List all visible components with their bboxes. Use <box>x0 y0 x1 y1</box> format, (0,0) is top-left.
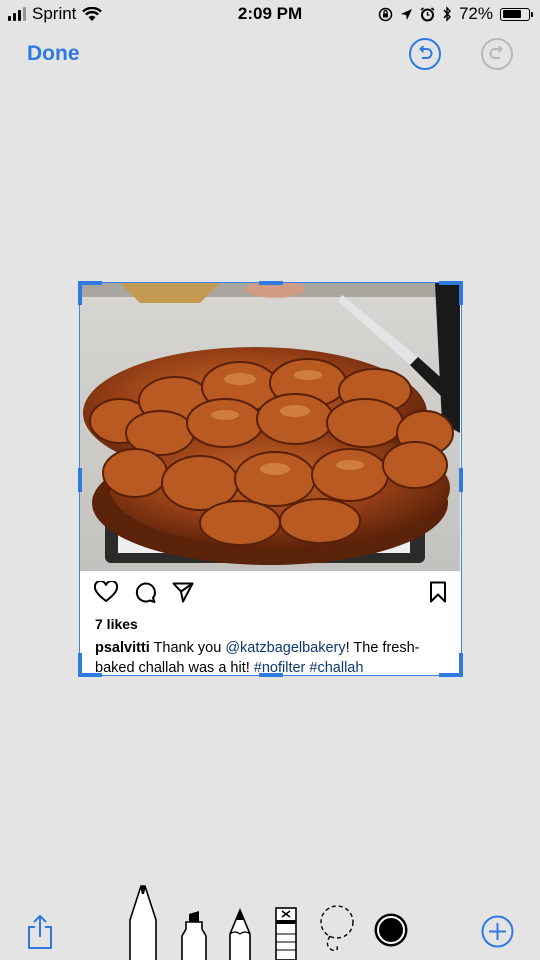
caption-mention: @katzbagelbakery <box>225 640 346 656</box>
battery-fill <box>502 10 521 18</box>
likes-count: 7 likes <box>95 616 138 632</box>
resize-handle-top-left-v[interactable] <box>78 281 82 305</box>
status-bar: Sprint 2:09 PM 72% <box>0 0 540 30</box>
resize-handle-top[interactable] <box>259 281 283 285</box>
pen-tool[interactable] <box>128 884 158 960</box>
resize-handle-bottom-left-v[interactable] <box>78 653 82 677</box>
send-icon[interactable] <box>172 581 194 603</box>
alarm-icon <box>420 6 435 21</box>
undo-icon <box>419 46 433 59</box>
resize-handle-right[interactable] <box>459 468 463 492</box>
heart-icon[interactable] <box>94 581 118 603</box>
pencil-tool[interactable] <box>228 908 252 960</box>
undo-button[interactable] <box>409 38 441 70</box>
bookmark-icon[interactable] <box>429 581 447 603</box>
bluetooth-icon <box>443 6 451 22</box>
redo-icon <box>489 46 503 59</box>
battery-percent: 72% <box>458 4 493 23</box>
comment-icon[interactable] <box>134 581 156 603</box>
post-actions <box>94 581 194 603</box>
orientation-lock-icon <box>378 7 393 21</box>
post-caption: psalvitti Thank you @katzbagelbakery! Th… <box>95 638 447 678</box>
caption-hashtag-challah: #challah <box>309 660 364 676</box>
eraser-tool[interactable] <box>274 906 298 960</box>
marker-tool[interactable] <box>180 910 208 960</box>
status-right: 72% <box>378 4 533 24</box>
resize-handle-left[interactable] <box>78 468 82 492</box>
resize-handle-top-right-v[interactable] <box>459 281 463 305</box>
caption-username: psalvitti <box>95 640 150 656</box>
resize-handle-bottom-right-v[interactable] <box>459 653 463 677</box>
color-picker-icon[interactable] <box>373 912 409 948</box>
markup-toolbar <box>0 875 540 960</box>
lasso-tool[interactable] <box>318 904 356 954</box>
plus-icon[interactable] <box>481 915 514 948</box>
redo-button[interactable] <box>481 38 513 70</box>
share-icon[interactable] <box>26 914 54 950</box>
done-button[interactable]: Done <box>27 42 80 66</box>
challah-photo <box>80 283 460 571</box>
caption-text-1: Thank you <box>149 640 226 656</box>
markup-canvas[interactable]: 7 likes psalvitti Thank you @katzbagelba… <box>78 281 463 678</box>
location-icon <box>400 8 412 20</box>
resize-handle-bottom[interactable] <box>259 673 283 677</box>
battery-icon <box>500 7 533 21</box>
